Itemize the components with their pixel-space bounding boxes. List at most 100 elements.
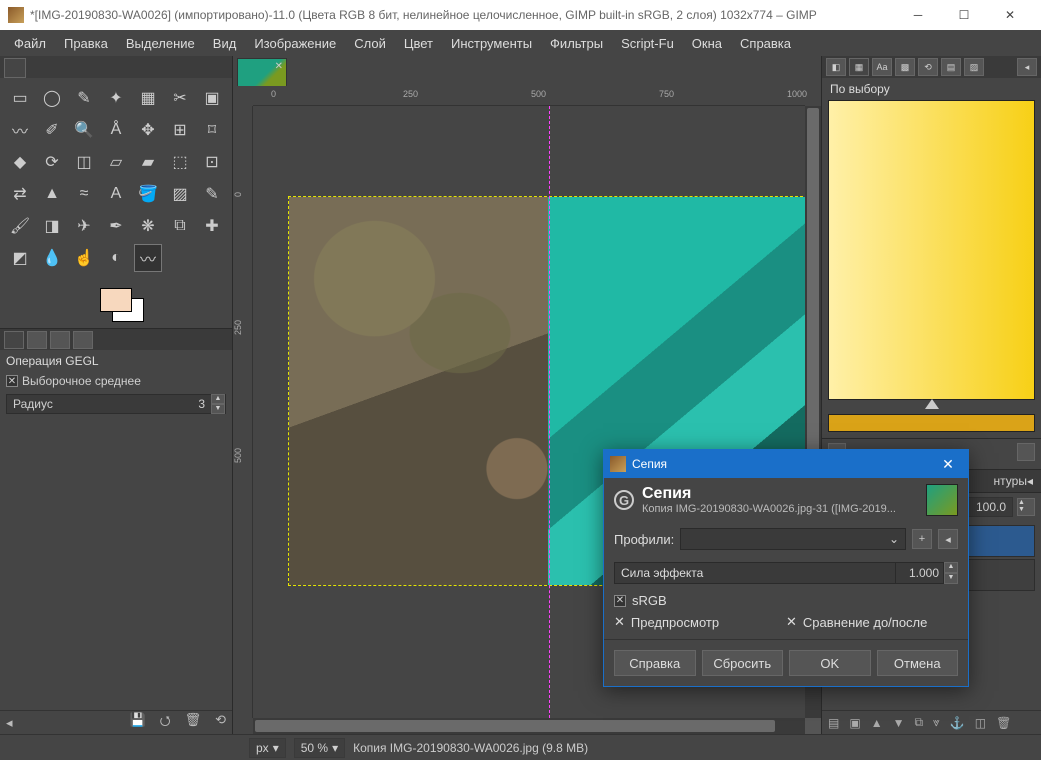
- history-tab[interactable]: ⟲: [918, 58, 938, 76]
- delete-layer-icon[interactable]: 🗑: [996, 716, 1011, 730]
- srgb-checkbox[interactable]: ✕: [614, 595, 626, 607]
- tool-blur[interactable]: 💧: [38, 244, 66, 272]
- tool-scale[interactable]: ◫: [70, 148, 98, 176]
- window-minimize-button[interactable]: ─: [895, 0, 941, 30]
- tool-rect-select[interactable]: ▭: [6, 84, 34, 112]
- radius-spinner[interactable]: ▲▼: [211, 394, 225, 414]
- reset-options-icon[interactable]: ⟲: [215, 712, 226, 734]
- right-mid-grid-icon[interactable]: [1017, 443, 1035, 461]
- menu-scriptfu[interactable]: Script-Fu: [613, 32, 682, 55]
- save-options-icon[interactable]: 💾: [129, 712, 145, 734]
- unit-dropdown[interactable]: px▾: [249, 738, 286, 758]
- reset-button[interactable]: Сбросить: [702, 650, 784, 676]
- foreground-color-swatch[interactable]: [100, 288, 132, 312]
- anchor-layer-icon[interactable]: ⚓: [950, 716, 965, 730]
- tool-3d-transform[interactable]: ⬚: [166, 148, 194, 176]
- tool-perspective-clone[interactable]: ◩: [6, 244, 34, 272]
- tool-unified-transform[interactable]: ◆: [6, 148, 34, 176]
- profile-add-button[interactable]: +: [912, 529, 932, 549]
- tool-align[interactable]: ⊞: [166, 116, 194, 144]
- menu-color[interactable]: Цвет: [396, 32, 441, 55]
- help-button[interactable]: Справка: [614, 650, 696, 676]
- navigation-button[interactable]: [805, 718, 821, 734]
- menu-select[interactable]: Выделение: [118, 32, 203, 55]
- tool-ellipse-select[interactable]: ◯: [38, 84, 66, 112]
- ok-button[interactable]: OK: [789, 650, 871, 676]
- gradient-knob-icon[interactable]: [925, 399, 939, 409]
- restore-options-icon[interactable]: ⭯: [160, 712, 171, 734]
- tool-gradient[interactable]: ▨: [166, 180, 194, 208]
- duplicate-layer-icon[interactable]: ⧉: [914, 715, 923, 730]
- tool-cage[interactable]: ▲: [38, 180, 66, 208]
- tool-paintbrush[interactable]: 🖌: [6, 212, 34, 240]
- tool-scissors[interactable]: ✂: [166, 84, 194, 112]
- tool-ink[interactable]: ✒: [102, 212, 130, 240]
- tool-options-close-icon[interactable]: ✕: [6, 375, 18, 387]
- effect-strength-spinner[interactable]: ▲▼: [944, 562, 958, 584]
- window-maximize-button[interactable]: ☐: [941, 0, 987, 30]
- lower-layer-icon[interactable]: ▼: [893, 716, 905, 730]
- tool-by-color-select[interactable]: ▦: [134, 84, 162, 112]
- cancel-button[interactable]: Отмена: [877, 650, 959, 676]
- gradients-tab[interactable]: ▦: [849, 58, 869, 76]
- undo-history-tab[interactable]: [50, 331, 70, 349]
- menu-image[interactable]: Изображение: [246, 32, 344, 55]
- image-tab-close-icon[interactable]: ✕: [275, 61, 283, 72]
- menu-filters[interactable]: Фильтры: [542, 32, 611, 55]
- profiles-dropdown[interactable]: ⌄: [680, 528, 906, 550]
- zoom-dropdown[interactable]: 50 %▾: [294, 738, 345, 758]
- menu-view[interactable]: Вид: [205, 32, 245, 55]
- menu-tools[interactable]: Инструменты: [443, 32, 540, 55]
- menu-help[interactable]: Справка: [732, 32, 799, 55]
- dialog-titlebar[interactable]: Сепия ✕: [604, 450, 968, 478]
- menu-edit[interactable]: Правка: [56, 32, 116, 55]
- gradient-preview[interactable]: [828, 100, 1035, 400]
- mask-layer-icon[interactable]: ◫: [975, 716, 986, 730]
- vertical-ruler[interactable]: 0 250 500: [233, 106, 253, 718]
- images-tab[interactable]: [73, 331, 93, 349]
- menu-file[interactable]: Файл: [6, 32, 54, 55]
- tool-text[interactable]: A: [102, 180, 130, 208]
- tool-flip[interactable]: ⇄: [6, 180, 34, 208]
- tool-shear[interactable]: ▱: [102, 148, 130, 176]
- tool-gegl-operation[interactable]: 〰: [134, 244, 162, 272]
- tool-crop[interactable]: ⌑: [198, 116, 226, 144]
- gradient-strip[interactable]: [828, 414, 1035, 432]
- preview-checkbox[interactable]: ✕: [614, 614, 625, 630]
- tool-fuzzy-select[interactable]: ✦: [102, 84, 130, 112]
- left-arrow-icon[interactable]: ◂: [6, 715, 13, 731]
- tool-free-select[interactable]: ✎: [70, 84, 98, 112]
- new-layer-icon[interactable]: ▤: [828, 716, 839, 730]
- dialog-close-button[interactable]: ✕: [934, 450, 962, 478]
- radius-field[interactable]: Радиус 3 ▲▼: [6, 394, 226, 414]
- tool-move[interactable]: ✥: [134, 116, 162, 144]
- window-close-button[interactable]: ✕: [987, 0, 1033, 30]
- fonts-tab[interactable]: Aa: [872, 58, 892, 76]
- opacity-spinner[interactable]: ▲▼: [1017, 498, 1035, 516]
- tool-warp[interactable]: ≈: [70, 180, 98, 208]
- tool-perspective[interactable]: ▰: [134, 148, 162, 176]
- horizontal-ruler[interactable]: 0 250 500 750 1000: [253, 86, 805, 106]
- tool-smudge[interactable]: ☝: [70, 244, 98, 272]
- effect-strength-value[interactable]: 1.000: [896, 562, 944, 584]
- menu-windows[interactable]: Окна: [684, 32, 730, 55]
- document-history-tab[interactable]: ▤: [941, 58, 961, 76]
- toolbox-tab[interactable]: [4, 58, 26, 78]
- tool-handle-transform[interactable]: ⊡: [198, 148, 226, 176]
- menu-layer[interactable]: Слой: [346, 32, 394, 55]
- tool-options-tab[interactable]: [4, 331, 24, 349]
- palettes-tab[interactable]: ▨: [964, 58, 984, 76]
- tool-heal[interactable]: ✚: [198, 212, 226, 240]
- tool-rotate[interactable]: ⟳: [38, 148, 66, 176]
- tool-paths[interactable]: 〰: [6, 116, 34, 144]
- profile-menu-button[interactable]: ◂: [938, 529, 958, 549]
- tool-zoom[interactable]: 🔍: [70, 116, 98, 144]
- tool-dodge[interactable]: ◐: [102, 244, 130, 272]
- tool-airbrush[interactable]: ✈: [70, 212, 98, 240]
- delete-options-icon[interactable]: 🗑: [185, 712, 202, 734]
- device-status-tab[interactable]: [27, 331, 47, 349]
- tool-color-picker[interactable]: ✐: [38, 116, 66, 144]
- tool-bucket-fill[interactable]: 🪣: [134, 180, 162, 208]
- horizontal-scrollbar[interactable]: [253, 718, 805, 734]
- tool-pencil[interactable]: ✎: [198, 180, 226, 208]
